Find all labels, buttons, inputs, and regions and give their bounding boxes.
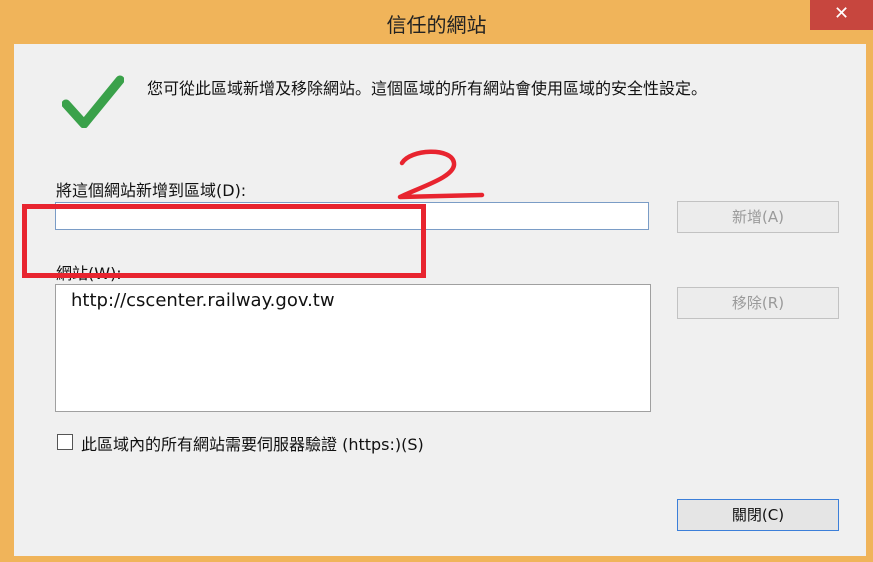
close-dialog-button[interactable]: 關閉(C) [677,499,839,531]
https-checkbox[interactable] [57,434,73,450]
title-bar[interactable]: 信任的網站 ✕ [0,0,873,44]
add-site-label: 將這個網站新增到區域(D): [56,181,247,200]
list-item[interactable]: http://cscenter.railway.gov.tw [71,290,335,311]
sites-list[interactable]: http://cscenter.railway.gov.tw [55,284,651,412]
zone-description: 您可從此區域新增及移除網站。這個區域的所有網站會使用區域的安全性設定。 [147,79,708,98]
https-checkbox-label: 此區域內的所有網站需要伺服器驗證 (https:)(S) [81,435,424,454]
annotation-number-2 [397,149,485,200]
close-icon: ✕ [833,3,850,24]
annotation-highlight-box [22,204,426,278]
dialog-window: 信任的網站 ✕ 您可從此區域新增及移除網站。這個區域的所有網站會使用區域的安全性… [0,0,873,562]
window-title: 信任的網站 [386,13,487,37]
dialog-content: 您可從此區域新增及移除網站。這個區域的所有網站會使用區域的安全性設定。 將這個網… [14,44,866,556]
close-window-button[interactable]: ✕ [810,0,873,30]
add-button[interactable]: 新增(A) [677,201,839,233]
remove-button[interactable]: 移除(R) [677,287,839,319]
check-icon [62,75,124,128]
